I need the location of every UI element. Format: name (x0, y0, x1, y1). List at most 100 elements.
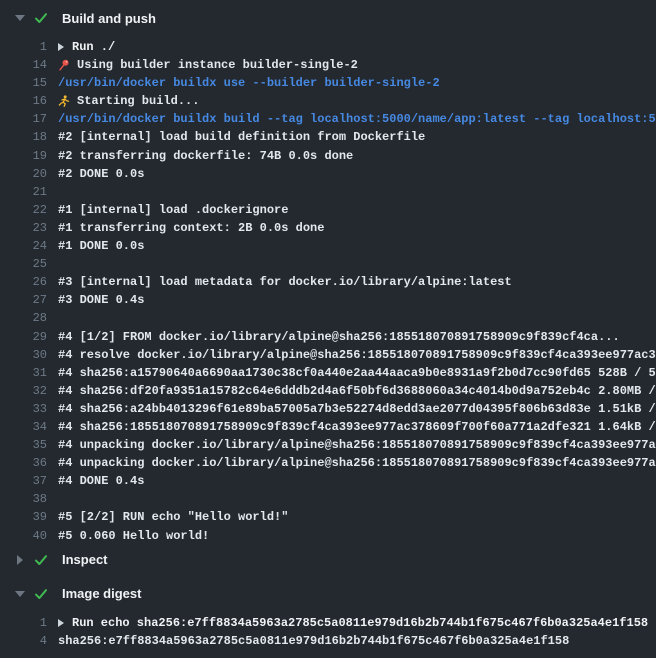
check-icon (34, 11, 48, 25)
log-line: 29 #4 [1/2] FROM docker.io/library/alpin… (0, 328, 656, 346)
log-line: 38 (0, 490, 656, 508)
expand-group-icon[interactable] (58, 619, 64, 627)
line-content: #3 [internal] load metadata for docker.i… (58, 273, 512, 291)
line-content: #5 [2/2] RUN echo "Hello world!" (58, 508, 288, 526)
line-number[interactable]: 30 (0, 346, 47, 364)
line-content: Run ./ (58, 38, 115, 56)
caret-icon[interactable] (15, 589, 25, 599)
section-header[interactable]: Image digest (0, 582, 656, 606)
line-content: #1 DONE 0.0s (58, 237, 144, 255)
line-number[interactable]: 29 (0, 328, 47, 346)
log-line: 36 #4 unpacking docker.io/library/alpine… (0, 454, 656, 472)
log-text: #5 [2/2] RUN echo "Hello world!" (58, 508, 288, 526)
line-content: #4 sha256:df20fa9351a15782c64e6dddb2d4a6… (58, 382, 656, 400)
line-number[interactable]: 33 (0, 400, 47, 418)
log-line: 34 #4 sha256:185518070891758909c9f839cf4… (0, 418, 656, 436)
line-content: #4 sha256:a24bb4013296f61e89ba57005a7b3e… (58, 400, 656, 418)
caret-icon[interactable] (15, 555, 25, 565)
log-line: 22 #1 [internal] load .dockerignore (0, 201, 656, 219)
log-text: #4 sha256:df20fa9351a15782c64e6dddb2d4a6… (58, 382, 656, 400)
line-content: #2 [internal] load build definition from… (58, 128, 425, 146)
line-number[interactable]: 23 (0, 219, 47, 237)
line-number[interactable]: 27 (0, 291, 47, 309)
log-text: #4 sha256:185518070891758909c9f839cf4ca3… (58, 418, 656, 436)
line-number[interactable]: 20 (0, 165, 47, 183)
log-text: #1 [internal] load .dockerignore (58, 201, 288, 219)
line-content: #4 [1/2] FROM docker.io/library/alpine@s… (58, 328, 620, 346)
line-number[interactable]: 1 (0, 38, 47, 56)
line-content: #5 0.060 Hello world! (58, 527, 209, 545)
line-number[interactable]: 39 (0, 508, 47, 526)
section-header[interactable]: Build and push (0, 6, 656, 30)
section-lines: 1 Run echo sha256:e7ff8834a5963a2785c5a0… (0, 614, 656, 650)
line-content: #3 DONE 0.4s (58, 291, 144, 309)
line-content: Starting build... (58, 92, 199, 110)
line-content: Run echo sha256:e7ff8834a5963a2785c5a081… (58, 614, 648, 632)
log-text: #1 DONE 0.0s (58, 237, 144, 255)
log-line: 1 Run echo sha256:e7ff8834a5963a2785c5a0… (0, 614, 656, 632)
log-text: #4 [1/2] FROM docker.io/library/alpine@s… (58, 328, 620, 346)
line-number[interactable]: 26 (0, 273, 47, 291)
line-content: #4 unpacking docker.io/library/alpine@sh… (58, 436, 656, 454)
line-number[interactable]: 24 (0, 237, 47, 255)
line-number[interactable]: 37 (0, 472, 47, 490)
line-content: #4 sha256:185518070891758909c9f839cf4ca3… (58, 418, 656, 436)
log-text: #4 DONE 0.4s (58, 472, 144, 490)
log-line: 37 #4 DONE 0.4s (0, 472, 656, 490)
log-line: 19 #2 transferring dockerfile: 74B 0.0s … (0, 147, 656, 165)
line-number[interactable]: 1 (0, 614, 47, 632)
line-number[interactable]: 4 (0, 632, 47, 650)
line-number[interactable]: 35 (0, 436, 47, 454)
section-header[interactable]: Inspect (0, 548, 656, 572)
line-content: #1 transferring context: 2B 0.0s done (58, 219, 324, 237)
log-section: Build and push 1 Run ./ 14 Using builder… (0, 6, 656, 545)
log-text: #2 DONE 0.0s (58, 165, 144, 183)
log-line: 40 #5 0.060 Hello world! (0, 527, 656, 545)
line-number[interactable]: 38 (0, 490, 47, 508)
log-line: 32 #4 sha256:df20fa9351a15782c64e6dddb2d… (0, 382, 656, 400)
log-line: 20 #2 DONE 0.0s (0, 165, 656, 183)
expand-group-icon[interactable] (58, 43, 64, 51)
caret-icon[interactable] (15, 13, 25, 23)
log-section: Image digest 1 Run echo sha256:e7ff8834a… (0, 582, 656, 650)
line-content: /usr/bin/docker buildx build --tag local… (58, 110, 656, 128)
log-line: 25 (0, 255, 656, 273)
line-number[interactable]: 40 (0, 527, 47, 545)
line-number[interactable]: 22 (0, 201, 47, 219)
section-lines: 1 Run ./ 14 Using builder instance build… (0, 38, 656, 545)
log-text: #2 transferring dockerfile: 74B 0.0s don… (58, 147, 353, 165)
log-text: Starting build... (77, 92, 199, 110)
line-number[interactable]: 19 (0, 147, 47, 165)
section-title: Inspect (62, 552, 108, 567)
log-text: #5 0.060 Hello world! (58, 527, 209, 545)
log-line: 26 #3 [internal] load metadata for docke… (0, 273, 656, 291)
log-line: 30 #4 resolve docker.io/library/alpine@s… (0, 346, 656, 364)
line-number[interactable]: 18 (0, 128, 47, 146)
line-number[interactable]: 21 (0, 183, 47, 201)
line-number[interactable]: 25 (0, 255, 47, 273)
log-text: #4 sha256:a15790640a6690aa1730c38cf0a440… (58, 364, 656, 382)
line-number[interactable]: 14 (0, 56, 47, 74)
line-number[interactable]: 16 (0, 92, 47, 110)
pushpin-emoji (58, 59, 70, 71)
log-text: #3 [internal] load metadata for docker.i… (58, 273, 512, 291)
line-number[interactable]: 28 (0, 309, 47, 327)
command-text: /usr/bin/docker buildx build --tag local… (58, 110, 656, 128)
line-content: #4 resolve docker.io/library/alpine@sha2… (58, 346, 656, 364)
line-content: /usr/bin/docker buildx use --builder bui… (58, 74, 440, 92)
line-number[interactable]: 17 (0, 110, 47, 128)
line-number[interactable]: 32 (0, 382, 47, 400)
log-line: 21 (0, 183, 656, 201)
line-number[interactable]: 34 (0, 418, 47, 436)
log-line: 28 (0, 309, 656, 327)
line-content: #2 DONE 0.0s (58, 165, 144, 183)
line-number[interactable]: 31 (0, 364, 47, 382)
line-number[interactable]: 15 (0, 74, 47, 92)
command-text: /usr/bin/docker buildx use --builder bui… (58, 74, 440, 92)
line-number[interactable]: 36 (0, 454, 47, 472)
line-content: #4 sha256:a15790640a6690aa1730c38cf0a440… (58, 364, 656, 382)
runner-emoji (58, 95, 70, 107)
check-icon (34, 587, 48, 601)
group-command-text: Run echo sha256:e7ff8834a5963a2785c5a081… (72, 614, 648, 632)
line-content: sha256:e7ff8834a5963a2785c5a0811e979d16b… (58, 632, 569, 650)
